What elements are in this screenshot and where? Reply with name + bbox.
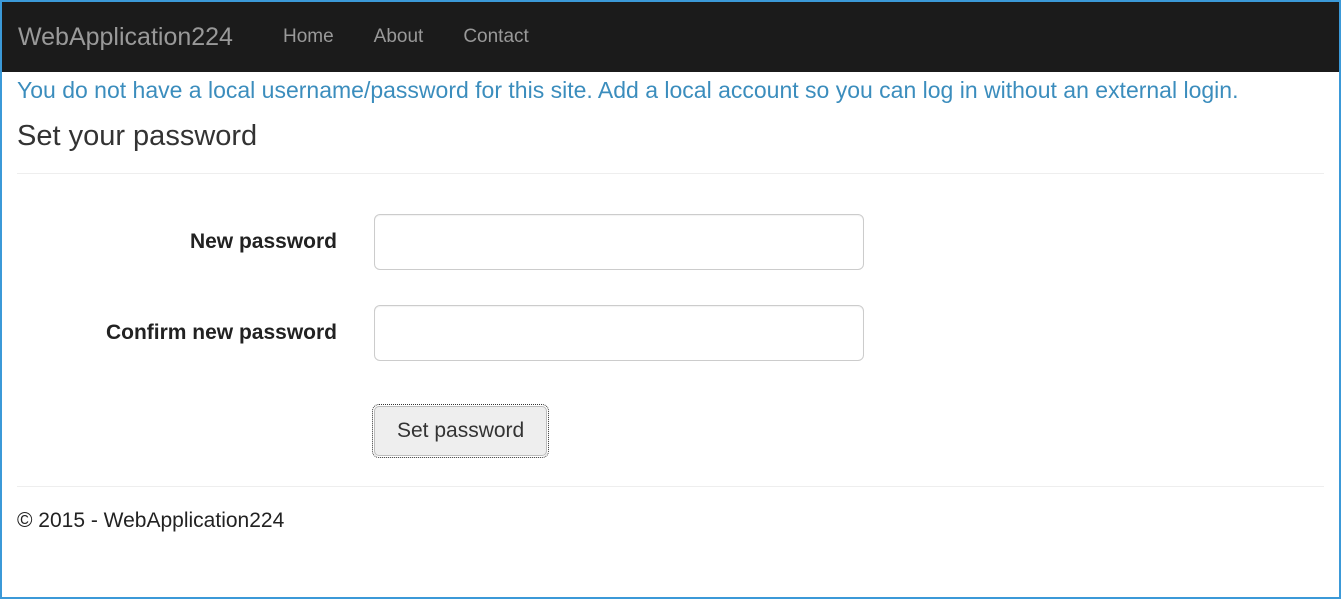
divider	[17, 173, 1324, 174]
footer-divider	[17, 486, 1324, 487]
nav-link-contact[interactable]: Contact	[443, 11, 548, 63]
info-message: You do not have a local username/passwor…	[17, 76, 1324, 106]
section-title: Set your password	[17, 120, 1324, 153]
form-group-new-password: New password	[17, 214, 1324, 270]
page-body: You do not have a local username/passwor…	[2, 72, 1339, 487]
set-password-button[interactable]: Set password	[374, 406, 547, 456]
new-password-input-wrap	[362, 214, 864, 270]
confirm-password-input-wrap	[362, 305, 864, 361]
submit-wrap: Set password	[362, 406, 547, 456]
nav-link-about[interactable]: About	[354, 11, 444, 63]
navbar-nav: Home About Contact	[263, 11, 549, 63]
new-password-label: New password	[17, 230, 362, 254]
footer: © 2015 - WebApplication224	[2, 509, 1339, 533]
navbar-brand[interactable]: WebApplication224	[18, 23, 233, 52]
form-group-submit: Set password	[17, 406, 1324, 456]
nav-link-home[interactable]: Home	[263, 11, 354, 63]
form-group-confirm-password: Confirm new password	[17, 305, 1324, 361]
footer-text: © 2015 - WebApplication224	[17, 509, 1324, 533]
navbar: WebApplication224 Home About Contact	[2, 2, 1339, 72]
new-password-input[interactable]	[374, 214, 864, 270]
confirm-password-label: Confirm new password	[17, 321, 362, 345]
set-password-form: New password Confirm new password Set pa…	[17, 214, 1324, 456]
confirm-password-input[interactable]	[374, 305, 864, 361]
